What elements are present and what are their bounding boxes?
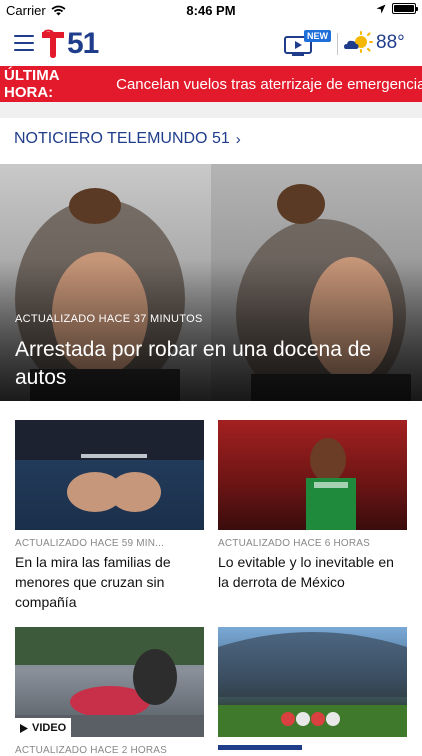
telemundo-t-icon bbox=[42, 29, 64, 58]
video-label: VIDEO bbox=[32, 722, 67, 734]
story-headline: Lo evitable y lo inevitable en la derrot… bbox=[218, 554, 394, 590]
partly-sunny-icon bbox=[344, 31, 373, 53]
story-timestamp: ACTUALIZADO HACE 6 HORAS bbox=[218, 538, 371, 549]
section-title: NOTICIERO TELEMUNDO 51 bbox=[14, 130, 230, 147]
live-video-button[interactable]: NEW bbox=[284, 30, 331, 58]
story-thumbnail bbox=[218, 627, 407, 737]
story-thumbnail bbox=[218, 420, 407, 530]
story-thumbnail: VIDEO bbox=[15, 627, 204, 737]
location-arrow-icon bbox=[376, 4, 386, 13]
section-link-noticiero[interactable]: NOTICIERO TELEMUNDO 51 › bbox=[14, 130, 241, 148]
hero-timestamp: ACTUALIZADO HACE 37 MINUTOS bbox=[15, 313, 203, 325]
status-bar: Carrier 8:46 PM bbox=[0, 0, 422, 22]
breaking-news-banner[interactable]: ÚLTIMA HORA: Cancelan vuelos tras aterri… bbox=[0, 66, 422, 102]
story-timestamp: ACTUALIZADO HACE 2 HORAS bbox=[15, 745, 168, 756]
story-card[interactable]: VIDEO ACTUALIZADO HACE 2 HORAS bbox=[15, 627, 204, 756]
hero-headline: Arrestada por robar en una docena de aut… bbox=[15, 338, 372, 389]
breaking-headline: Cancelan vuelos tras aterrizaje de emerg… bbox=[116, 75, 422, 93]
section-gap bbox=[0, 102, 422, 118]
menu-icon[interactable] bbox=[14, 35, 34, 52]
telemundo-logo[interactable]: 51 bbox=[40, 27, 99, 60]
logo-number: 51 bbox=[67, 27, 99, 60]
temperature: 88° bbox=[376, 32, 405, 53]
story-thumbnail bbox=[15, 420, 204, 530]
breaking-tag: ÚLTIMA HORA: bbox=[4, 67, 59, 101]
chevron-right-icon: › bbox=[235, 130, 241, 148]
battery-icon bbox=[392, 3, 418, 14]
play-icon bbox=[20, 723, 28, 733]
header-divider bbox=[337, 33, 338, 55]
story-card[interactable] bbox=[218, 627, 407, 737]
story-headline: En la mira las familias de menores que c… bbox=[15, 554, 171, 610]
video-badge: VIDEO bbox=[15, 718, 72, 737]
story-card[interactable]: ACTUALIZADO HACE 59 MIN... En la mira la… bbox=[15, 420, 204, 612]
nav-bar: 51 NEW 88° bbox=[0, 22, 422, 66]
clock: 8:46 PM bbox=[186, 3, 236, 18]
story-timestamp: ACTUALIZADO HACE 59 MIN... bbox=[15, 538, 165, 549]
story-card[interactable]: ACTUALIZADO HACE 6 HORAS Lo evitable y l… bbox=[218, 420, 407, 592]
new-badge: NEW bbox=[304, 30, 331, 42]
hero-story[interactable]: ACTUALIZADO HACE 37 MINUTOS Arrestada po… bbox=[0, 164, 422, 401]
weather-button[interactable]: 88° bbox=[343, 31, 405, 55]
category-tab-indicator bbox=[218, 745, 302, 750]
